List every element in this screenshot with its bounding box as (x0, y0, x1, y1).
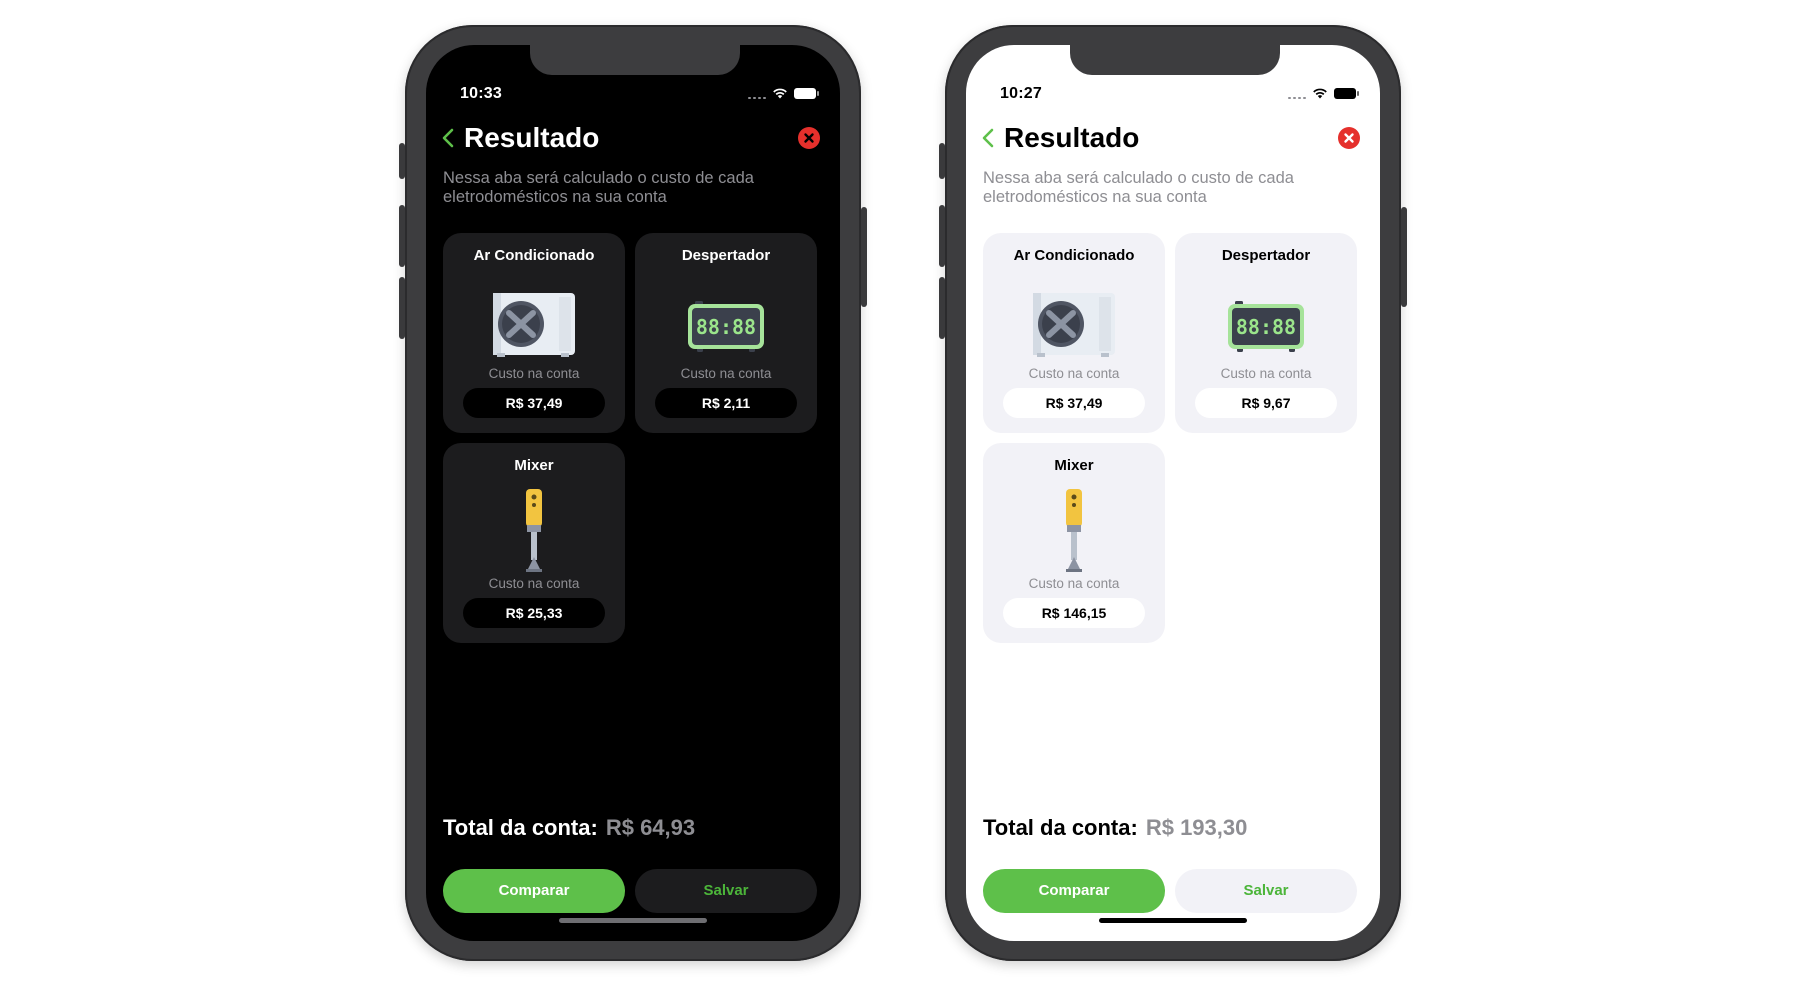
close-icon (804, 133, 814, 143)
appliance-card-despertador[interactable]: Despertador 88:88 Custo na conta R$ 9,67 (1175, 233, 1357, 433)
close-icon (1344, 133, 1354, 143)
card-cost-value: R$ 25,33 (463, 598, 605, 628)
wifi-icon (773, 88, 787, 99)
close-button[interactable] (1338, 127, 1360, 149)
home-indicator[interactable] (1099, 918, 1247, 923)
mixer-icon (1066, 489, 1082, 572)
chevron-left-icon[interactable] (979, 125, 999, 151)
card-cost-value: R$ 146,15 (1003, 598, 1145, 628)
notch (530, 45, 740, 75)
phone-dark: 10:33 Resultado Nessa aba será calculado… (399, 25, 867, 961)
total-value: R$ 64,93 (605, 815, 696, 840)
total-row: Total da conta: R$ 193,30 (983, 815, 1247, 841)
card-title: Despertador (681, 247, 771, 264)
air-conditioner-icon (1033, 293, 1115, 357)
page-subtitle: Nessa aba será calculado o custo de cada… (983, 169, 1294, 206)
appliance-card-mixer[interactable]: Mixer Custo na conta R$ 25,33 (443, 443, 625, 643)
close-button[interactable] (798, 127, 820, 149)
volume-down-button (399, 277, 405, 339)
home-indicator[interactable] (559, 918, 707, 923)
compare-button[interactable]: Comparar (443, 869, 625, 913)
screen: 10:33 Resultado Nessa aba será calculado… (426, 45, 840, 941)
card-caption: Custo na conta (488, 576, 580, 591)
page-subtitle: Nessa aba será calculado o custo de cada… (443, 169, 754, 206)
card-title: Ar Condicionado (1013, 247, 1135, 264)
page-title: Resultado (1004, 122, 1140, 153)
battery-icon (794, 87, 819, 99)
status-time: 10:33 (460, 85, 502, 102)
status-time: 10:27 (1000, 85, 1042, 102)
appliance-card-ar-condicionado[interactable]: Ar Condicionado Custo na conta R$ 37,49 (983, 233, 1165, 433)
signal-dots-icon (748, 87, 766, 99)
compare-button[interactable]: Comparar (983, 869, 1165, 913)
page-title: Resultado (464, 122, 600, 153)
appliance-card-despertador[interactable]: Despertador 88:88 Custo na conta R$ 2,11 (635, 233, 817, 433)
card-title: Ar Condicionado (473, 247, 595, 264)
card-caption: Custo na conta (1028, 576, 1120, 591)
mockup-stage: 10:33 Resultado Nessa aba será calculado… (0, 0, 1800, 1000)
save-button[interactable]: Salvar (1175, 869, 1357, 913)
card-caption: Custo na conta (1220, 366, 1312, 381)
chevron-left-icon[interactable] (439, 125, 459, 151)
notch (1070, 45, 1280, 75)
total-label: Total da conta: (983, 815, 1138, 840)
save-button[interactable]: Salvar (635, 869, 817, 913)
total-row: Total da conta: R$ 64,93 (443, 815, 695, 841)
card-cost-value: R$ 2,11 (655, 388, 797, 418)
silent-switch (939, 143, 945, 179)
card-title: Mixer (514, 457, 554, 474)
power-button (1401, 207, 1407, 307)
total-value: R$ 193,30 (1145, 815, 1248, 840)
silent-switch (399, 143, 405, 179)
status-icons (748, 85, 819, 101)
card-title: Mixer (1054, 457, 1094, 474)
wifi-icon (1313, 88, 1327, 99)
clock-display-text: 88:88 (696, 315, 756, 339)
appliance-card-mixer[interactable]: Mixer Custo na conta R$ 146,15 (983, 443, 1165, 643)
card-cost-value: R$ 9,67 (1195, 388, 1337, 418)
status-icons (1288, 85, 1359, 101)
signal-dots-icon (1288, 87, 1306, 99)
volume-down-button (939, 277, 945, 339)
battery-icon (1334, 87, 1359, 99)
card-title: Despertador (1221, 247, 1311, 264)
card-cost-value: R$ 37,49 (463, 388, 605, 418)
appliance-card-ar-condicionado[interactable]: Ar Condicionado Custo na conta R$ 37,49 (443, 233, 625, 433)
air-conditioner-icon (493, 293, 575, 357)
total-label: Total da conta: (443, 815, 598, 840)
alarm-clock-icon: 88:88 (1228, 301, 1304, 352)
volume-up-button (399, 205, 405, 267)
clock-display-text: 88:88 (1236, 315, 1296, 339)
volume-up-button (939, 205, 945, 267)
phone-light: 10:27 Resultado Nessa aba será calculado… (939, 25, 1407, 961)
power-button (861, 207, 867, 307)
mixer-icon (526, 489, 542, 572)
screen: 10:27 Resultado Nessa aba será calculado… (966, 45, 1380, 941)
alarm-clock-icon: 88:88 (688, 301, 764, 352)
card-cost-value: R$ 37,49 (1003, 388, 1145, 418)
card-caption: Custo na conta (488, 366, 580, 381)
card-caption: Custo na conta (680, 366, 772, 381)
card-caption: Custo na conta (1028, 366, 1120, 381)
